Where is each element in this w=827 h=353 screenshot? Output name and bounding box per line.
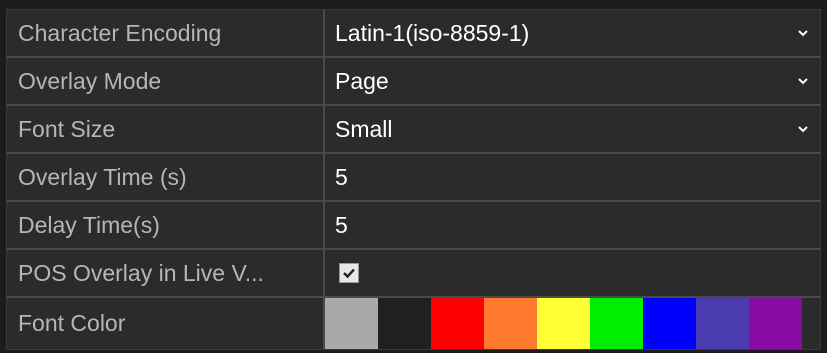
font-size-select[interactable]: Small xyxy=(325,106,820,154)
pos-overlay-settings-panel: Character Encoding Latin-1(iso-8859-1) O… xyxy=(6,9,821,350)
color-swatch[interactable] xyxy=(378,298,431,349)
overlay-mode-row: Overlay Mode Page xyxy=(7,58,820,106)
character-encoding-value: Latin-1(iso-8859-1) xyxy=(335,19,530,46)
color-swatch[interactable] xyxy=(325,298,378,349)
font-color-palette xyxy=(325,298,820,349)
delay-time-input[interactable]: 5 xyxy=(325,202,820,250)
font-size-value: Small xyxy=(335,115,393,142)
character-encoding-label: Character Encoding xyxy=(7,10,325,58)
color-swatch[interactable] xyxy=(431,298,484,349)
delay-time-row: Delay Time(s) 5 xyxy=(7,202,820,250)
color-swatch[interactable] xyxy=(484,298,537,349)
overlay-time-row: Overlay Time (s) 5 xyxy=(7,154,820,202)
color-swatch[interactable] xyxy=(590,298,643,349)
pos-overlay-live-view-checkbox[interactable] xyxy=(339,263,359,283)
character-encoding-row: Character Encoding Latin-1(iso-8859-1) xyxy=(7,10,820,58)
overlay-time-label: Overlay Time (s) xyxy=(7,154,325,202)
overlay-time-value: 5 xyxy=(335,163,348,190)
overlay-mode-value: Page xyxy=(335,67,389,94)
font-size-row: Font Size Small xyxy=(7,106,820,154)
pos-overlay-live-view-label: POS Overlay in Live V... xyxy=(7,250,325,298)
chevron-down-icon xyxy=(798,30,808,37)
color-swatch[interactable] xyxy=(749,298,802,349)
delay-time-label: Delay Time(s) xyxy=(7,202,325,250)
delay-time-value: 5 xyxy=(335,211,348,238)
character-encoding-select[interactable]: Latin-1(iso-8859-1) xyxy=(325,10,820,58)
chevron-down-icon xyxy=(798,126,808,133)
font-color-row: Font Color xyxy=(7,298,820,349)
color-swatch[interactable] xyxy=(643,298,696,349)
pos-overlay-live-view-row: POS Overlay in Live V... xyxy=(7,250,820,298)
overlay-mode-label: Overlay Mode xyxy=(7,58,325,106)
checkmark-icon xyxy=(343,268,355,279)
color-swatch[interactable] xyxy=(696,298,749,349)
color-swatch-list xyxy=(325,298,802,349)
chevron-down-icon xyxy=(798,78,808,85)
overlay-time-input[interactable]: 5 xyxy=(325,154,820,202)
font-size-label: Font Size xyxy=(7,106,325,154)
overlay-mode-select[interactable]: Page xyxy=(325,58,820,106)
color-swatch[interactable] xyxy=(537,298,590,349)
pos-overlay-live-view-cell xyxy=(325,250,820,298)
font-color-label: Font Color xyxy=(7,298,325,349)
